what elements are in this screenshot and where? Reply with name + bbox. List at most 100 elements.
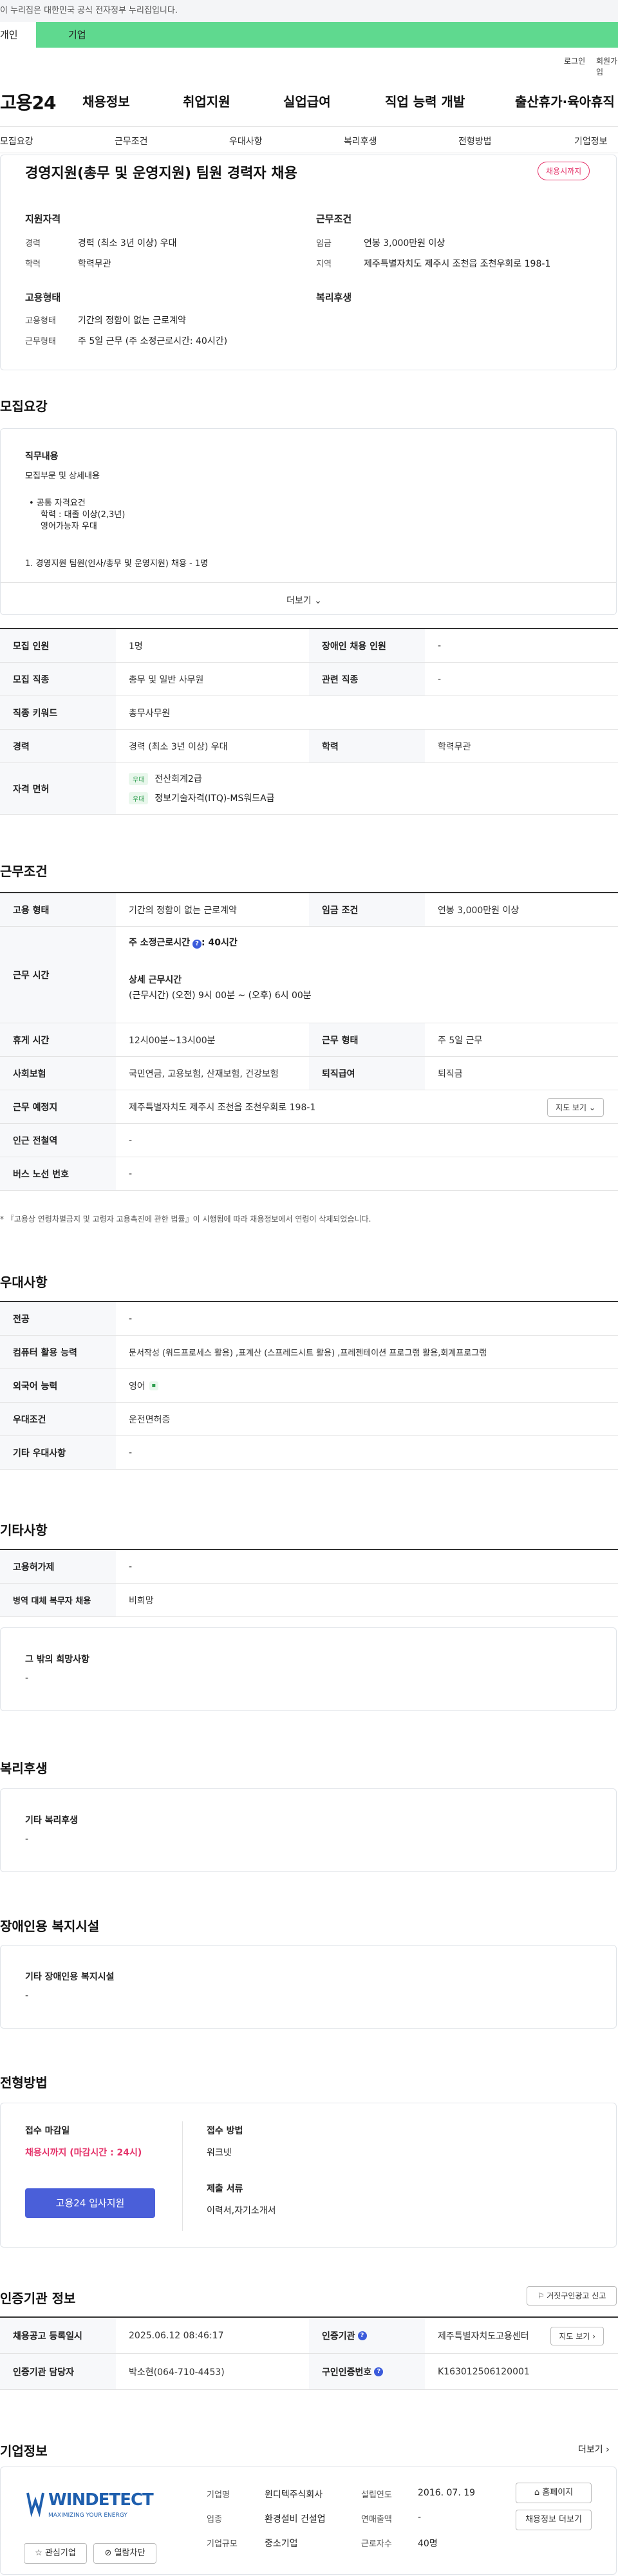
table-row: 병역 대체 복무자 채용 비희망	[0, 1584, 618, 1617]
snb-welfare[interactable]: 복리후생	[344, 135, 377, 147]
region-label: 지역	[316, 260, 332, 269]
section-nav: 모집요강 근무조건 우대사항 복리후생 전형방법 기업정보	[0, 126, 618, 153]
gnb-item-support[interactable]: 취업지원	[183, 91, 230, 110]
recruit-title: 모집요강	[0, 399, 48, 414]
lang-value: 영어	[129, 1381, 145, 1392]
company-size: 중소기업	[265, 2539, 298, 2549]
wish-title: 그 밖의 희망사항	[25, 1654, 89, 1665]
snb-conditions[interactable]: 근무조건	[115, 135, 148, 147]
preferred-chip: 우대	[129, 792, 149, 804]
td-ins: -	[129, 1561, 133, 1572]
tab-individual[interactable]: 개인	[0, 22, 36, 48]
welfare-card: 기타 복리후생 -	[0, 1788, 617, 1872]
th-keyword: 직종 키워드	[0, 696, 116, 729]
th-wage: 임금 조건	[309, 893, 425, 926]
chevron-right-icon: ›	[606, 2445, 610, 2455]
td-severance: 퇴직금	[438, 1068, 463, 1079]
info-icon[interactable]: ?	[357, 2331, 367, 2340]
gov-notice: 이 누리집은 대한민국 공식 전자정부 누리집입니다.	[0, 0, 618, 22]
table-row: 버스 노선 번호 -	[0, 1157, 618, 1191]
snb-screening[interactable]: 전형방법	[458, 135, 492, 147]
map-button[interactable]: 지도 보기 ⌄	[547, 1098, 604, 1117]
agency-table: 채용공고 등록일시 2025.06.12 08:46:17 인증기관? 제주특별…	[0, 2316, 618, 2390]
chevron-down-icon: ⌄	[314, 596, 322, 606]
td-bus: -	[129, 1168, 133, 1179]
th-place: 근무 예정지	[0, 1090, 116, 1123]
th-agency: 인증기관?	[309, 2318, 425, 2353]
td-break: 12시00분~13시00분	[129, 1035, 216, 1046]
table-row: 근무 시간 주 소정근로시간?: 40시간 상세 근무시간 (근무시간) (오전…	[0, 927, 618, 1023]
th-job: 모집 직종	[0, 663, 116, 696]
td-keyword: 총무사무원	[129, 708, 171, 719]
th-computer: 컴퓨터 활용 능력	[0, 1336, 116, 1368]
cond-title: 근무조건	[316, 213, 352, 225]
license-item-1: 우대 전산회계2급	[129, 772, 202, 785]
block-button[interactable]: ⊘ 열람차단	[93, 2543, 156, 2564]
duty-more-button[interactable]: 더보기 ⌄	[286, 594, 322, 607]
logo-text: WINDETECT	[48, 2490, 154, 2510]
report-label: 거짓구인광고 신고	[547, 2291, 606, 2300]
deadline-value: 채용시까지 (마감시간 : 24시)	[25, 2148, 142, 2158]
gnb-item-unemployment[interactable]: 실업급여	[283, 91, 331, 110]
homepage-button[interactable]: ⌂ 홈페이지	[516, 2483, 592, 2503]
td-career: 경력 (최소 3년 이상) 우대	[129, 741, 228, 752]
info-icon[interactable]: ?	[374, 2367, 384, 2376]
homepage-label: 홈페이지	[542, 2488, 574, 2497]
info-icon[interactable]: ?	[192, 940, 202, 949]
duty-sub: 모집부문 및 상세내용	[25, 471, 100, 481]
td-place: 제주특별자치도 제주시 조천읍 조천우회로 198-1	[129, 1102, 316, 1113]
snb-preference[interactable]: 우대사항	[229, 135, 263, 147]
divider	[182, 2121, 183, 2231]
snb-recruit[interactable]: 모집요강	[0, 135, 33, 147]
signup-link[interactable]: 회원가입	[596, 55, 618, 77]
conditions-title: 근무조건	[0, 864, 48, 879]
company-est-label: 설립연도	[361, 2490, 392, 2500]
report-button[interactable]: ⚐ 거짓구인광고 신고	[527, 2286, 617, 2306]
table-row: 컴퓨터 활용 능력 문서작성 (워드프로세스 활용) ,표계산 (스프레드시트 …	[0, 1336, 618, 1369]
th-related: 관련 직종	[309, 663, 425, 696]
apply-button[interactable]: 고용24 입사지원	[25, 2188, 155, 2218]
company-biz-label: 업종	[207, 2515, 222, 2524]
td-job: 총무 및 일반 사무원	[129, 674, 204, 685]
company-jobs-button[interactable]: 채용정보 더보기	[516, 2510, 592, 2530]
wish-card: 그 밖의 희망사항 -	[0, 1627, 617, 1711]
gov-notice-text: 이 누리집은 대한민국 공식 전자정부 누리집입니다.	[0, 6, 178, 15]
grade-icon[interactable]: ▪	[149, 1381, 158, 1390]
favorite-button[interactable]: ☆ 관심기업	[24, 2543, 87, 2564]
work-type-value: 주 5일 근무 (주 소정근로시간: 40시간)	[78, 336, 228, 346]
gnb-item-training[interactable]: 직업 능력 개발	[385, 91, 465, 110]
deadline-title: 접수 마감일	[25, 2126, 70, 2136]
th-severance: 퇴직급여	[309, 1057, 425, 1090]
tab-corporate[interactable]: 기업	[36, 22, 618, 48]
td-reqno: K163012506120001	[438, 2366, 530, 2377]
site-logo[interactable]: 고용24	[0, 89, 56, 115]
welfare-title: 복리후생	[316, 292, 352, 303]
company-more-link[interactable]: 더보기 ›	[578, 2443, 610, 2456]
agency-map-button[interactable]: 지도 보기 ›	[550, 2327, 604, 2345]
gnb-item-jobs[interactable]: 채용정보	[82, 91, 130, 110]
table-row: 직종 키워드 총무사무원	[0, 696, 618, 730]
td-lang: 영어 ▪	[129, 1369, 158, 1402]
td-military: 비희망	[129, 1595, 154, 1606]
duty-line-2: 학력 : 대졸 이상(2,3년)	[41, 510, 126, 520]
emp-type-label: 고용형태	[25, 316, 56, 326]
gnb-item-leave[interactable]: 출산휴가·육아휴직	[515, 91, 615, 110]
th-ins: 고용허가제	[0, 1550, 116, 1583]
th-hours: 근무 시간	[0, 927, 116, 1023]
td-cond: 운전면허증	[129, 1414, 171, 1425]
th-disabled: 장애인 채용 인원	[309, 629, 425, 662]
td-computer: 문서작성 (워드프로세스 활용) ,표계산 (스프레드시트 활용) ,프레젠테이…	[129, 1349, 487, 1358]
table-row: 인증기관 담당자 박소현(064-710-4453) 구인인증번호? K1630…	[0, 2354, 618, 2390]
th-emp: 고용 형태	[0, 893, 116, 926]
facility-title: 장애인용 복지시설	[0, 1918, 100, 1934]
td-headcount: 1명	[129, 641, 143, 652]
hours-weekly-value: : 40시간	[201, 938, 238, 948]
duty-title: 직무내용	[25, 451, 59, 462]
wish-value: -	[25, 1673, 29, 1683]
login-link[interactable]: 로그인	[564, 55, 585, 66]
screening-title: 전형방법	[0, 2075, 48, 2090]
snb-company[interactable]: 기업정보	[574, 135, 608, 147]
th-reqno: 구인인증번호?	[309, 2354, 425, 2389]
preferred-chip: 우대	[129, 773, 149, 785]
th-bus: 버스 노선 번호	[0, 1157, 116, 1190]
